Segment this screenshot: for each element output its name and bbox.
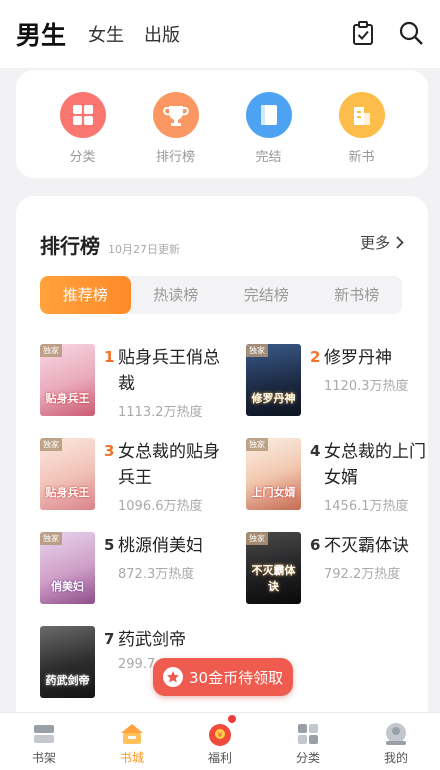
category-icon <box>59 92 106 138</box>
cover-title: 不灭霸体诀 <box>251 564 296 593</box>
bottom-tabbar: 书架 书城 ¥ 福利 分类 我的 <box>0 712 440 770</box>
book-title: 修罗丹神 <box>324 348 392 368</box>
cover-title: 贴身兵王 <box>45 392 90 405</box>
cover-title: 贴身兵王 <box>45 486 90 499</box>
rank-number: 5 <box>104 536 115 554</box>
quick-ranking[interactable]: 排行榜 <box>146 92 206 178</box>
ranking-tabs: 推荐榜 热读榜 完结榜 新书榜 <box>40 276 402 314</box>
book-icon <box>245 92 292 138</box>
quick-category[interactable]: 分类 <box>53 92 113 178</box>
coin-icon <box>163 667 183 687</box>
book-item[interactable]: 独家 上门女婿 4 女总裁的上门女婿 1456.1万热度 <box>246 438 428 518</box>
book-item[interactable]: 独家 修罗丹神 2 修罗丹神 1120.3万热度 <box>246 344 428 424</box>
exclusive-tag: 独家 <box>246 438 268 451</box>
chevron-right-icon <box>396 236 404 249</box>
tab-hot[interactable]: 热读榜 <box>131 276 222 314</box>
more-label: 更多 <box>359 234 390 252</box>
cover-title: 俏美妇 <box>51 580 84 593</box>
book-item[interactable]: 独家 贴身兵王 3 女总裁的贴身兵王 1096.6万热度 <box>40 438 230 518</box>
top-header: 男生 女生 出版 <box>0 0 440 68</box>
tab-publish[interactable]: 出版 <box>144 21 180 47</box>
bookstore-icon <box>121 724 143 744</box>
tabbar-label: 书架 <box>31 751 56 765</box>
quick-newbook[interactable]: 新书 <box>332 92 392 178</box>
bookshelf-icon <box>34 725 54 743</box>
rank-number: 6 <box>310 536 321 554</box>
tabbar-label: 我的 <box>383 751 408 765</box>
notification-dot <box>228 715 236 723</box>
ranking-title: 排行榜 <box>40 234 100 258</box>
more-link[interactable]: 更多 <box>360 232 404 253</box>
exclusive-tag: 独家 <box>40 532 62 545</box>
book-title: 不灭霸体诀 <box>324 536 409 556</box>
book-cover: 药武剑帝 <box>40 626 95 698</box>
rank-number: 7 <box>104 630 115 648</box>
book-heat: 872.3万热度 <box>118 567 195 582</box>
tabbar-bookstore[interactable]: 书城 <box>88 713 176 770</box>
tabbar-label: 福利 <box>207 751 232 765</box>
book-title: 女总裁的贴身兵王 <box>118 442 220 488</box>
rank-number: 4 <box>310 442 321 460</box>
tabbar-label: 分类 <box>295 751 320 765</box>
book-title: 女总裁的上门女婿 <box>324 442 426 488</box>
search-icon[interactable] <box>398 20 424 50</box>
profile-icon <box>386 723 406 745</box>
book-cover: 独家 贴身兵王 <box>40 344 95 416</box>
quick-finished[interactable]: 完结 <box>239 92 299 178</box>
cover-title: 上门女婿 <box>251 486 296 499</box>
cover-title: 修罗丹神 <box>251 392 296 405</box>
book-title: 药武剑帝 <box>118 630 186 650</box>
tab-finished[interactable]: 完结榜 <box>221 276 312 314</box>
tab-male[interactable]: 男生 <box>16 16 67 52</box>
tabbar-label: 书城 <box>119 751 144 765</box>
exclusive-tag: 独家 <box>40 438 62 451</box>
tab-new[interactable]: 新书榜 <box>312 276 403 314</box>
rank-number: 1 <box>104 348 115 366</box>
tab-recommend[interactable]: 推荐榜 <box>40 276 131 314</box>
exclusive-tag: 独家 <box>246 532 268 545</box>
book-heat: 1456.1万热度 <box>324 499 409 514</box>
book-heat: 1120.3万热度 <box>324 379 409 394</box>
redpacket-icon: ¥ <box>209 724 231 746</box>
tabbar-welfare[interactable]: ¥ 福利 <box>176 713 264 770</box>
trophy-icon <box>152 92 199 138</box>
tabbar-category[interactable]: 分类 <box>264 713 352 770</box>
quick-label: 完结 <box>255 150 282 165</box>
rank-number: 2 <box>310 348 321 366</box>
quick-entry-card: 分类 排行榜 完结 新书 <box>16 70 428 178</box>
ranking-header: 排行榜 10月27日更新 <box>40 230 180 259</box>
exclusive-tag: 独家 <box>40 344 62 357</box>
ranking-update-date: 10月27日更新 <box>108 243 180 256</box>
exclusive-tag: 独家 <box>246 344 268 357</box>
book-item[interactable]: 独家 俏美妇 5 桃源俏美妇 872.3万热度 <box>40 532 230 612</box>
quick-label: 新书 <box>348 150 375 165</box>
book-heat: 1096.6万热度 <box>118 499 203 514</box>
reward-label: 30金币待领取 <box>189 668 284 687</box>
book-cover: 独家 修罗丹神 <box>246 344 301 416</box>
cover-title: 药武剑帝 <box>45 674 90 687</box>
book-cover: 独家 贴身兵王 <box>40 438 95 510</box>
book-title: 贴身兵王俏总裁 <box>118 348 220 394</box>
tab-female[interactable]: 女生 <box>88 21 124 47</box>
reward-button[interactable]: 30金币待领取 <box>153 658 293 696</box>
book-heat: 299.7 <box>118 657 156 672</box>
rank-number: 3 <box>104 442 115 460</box>
svg-text:¥: ¥ <box>218 731 223 739</box>
book-cover: 独家 上门女婿 <box>246 438 301 510</box>
book-cover: 独家 不灭霸体诀 <box>246 532 301 604</box>
book-title: 桃源俏美妇 <box>118 536 203 556</box>
quick-label: 排行榜 <box>155 150 195 165</box>
book-cover: 独家 俏美妇 <box>40 532 95 604</box>
ranking-card: 排行榜 10月27日更新 更多 推荐榜 热读榜 完结榜 新书榜 独家 贴身兵王 … <box>16 196 428 716</box>
newbook-icon <box>338 92 385 138</box>
category-grid-icon <box>298 724 318 744</box>
book-heat: 1113.2万热度 <box>118 405 203 420</box>
book-heat: 792.2万热度 <box>324 567 401 582</box>
checkin-icon[interactable] <box>350 20 376 50</box>
tabbar-profile[interactable]: 我的 <box>352 713 440 770</box>
tabbar-bookshelf[interactable]: 书架 <box>0 713 88 770</box>
book-item[interactable]: 独家 贴身兵王 1 贴身兵王俏总裁 1113.2万热度 <box>40 344 230 424</box>
book-item[interactable]: 独家 不灭霸体诀 6 不灭霸体诀 792.2万热度 <box>246 532 428 612</box>
quick-label: 分类 <box>69 150 96 165</box>
